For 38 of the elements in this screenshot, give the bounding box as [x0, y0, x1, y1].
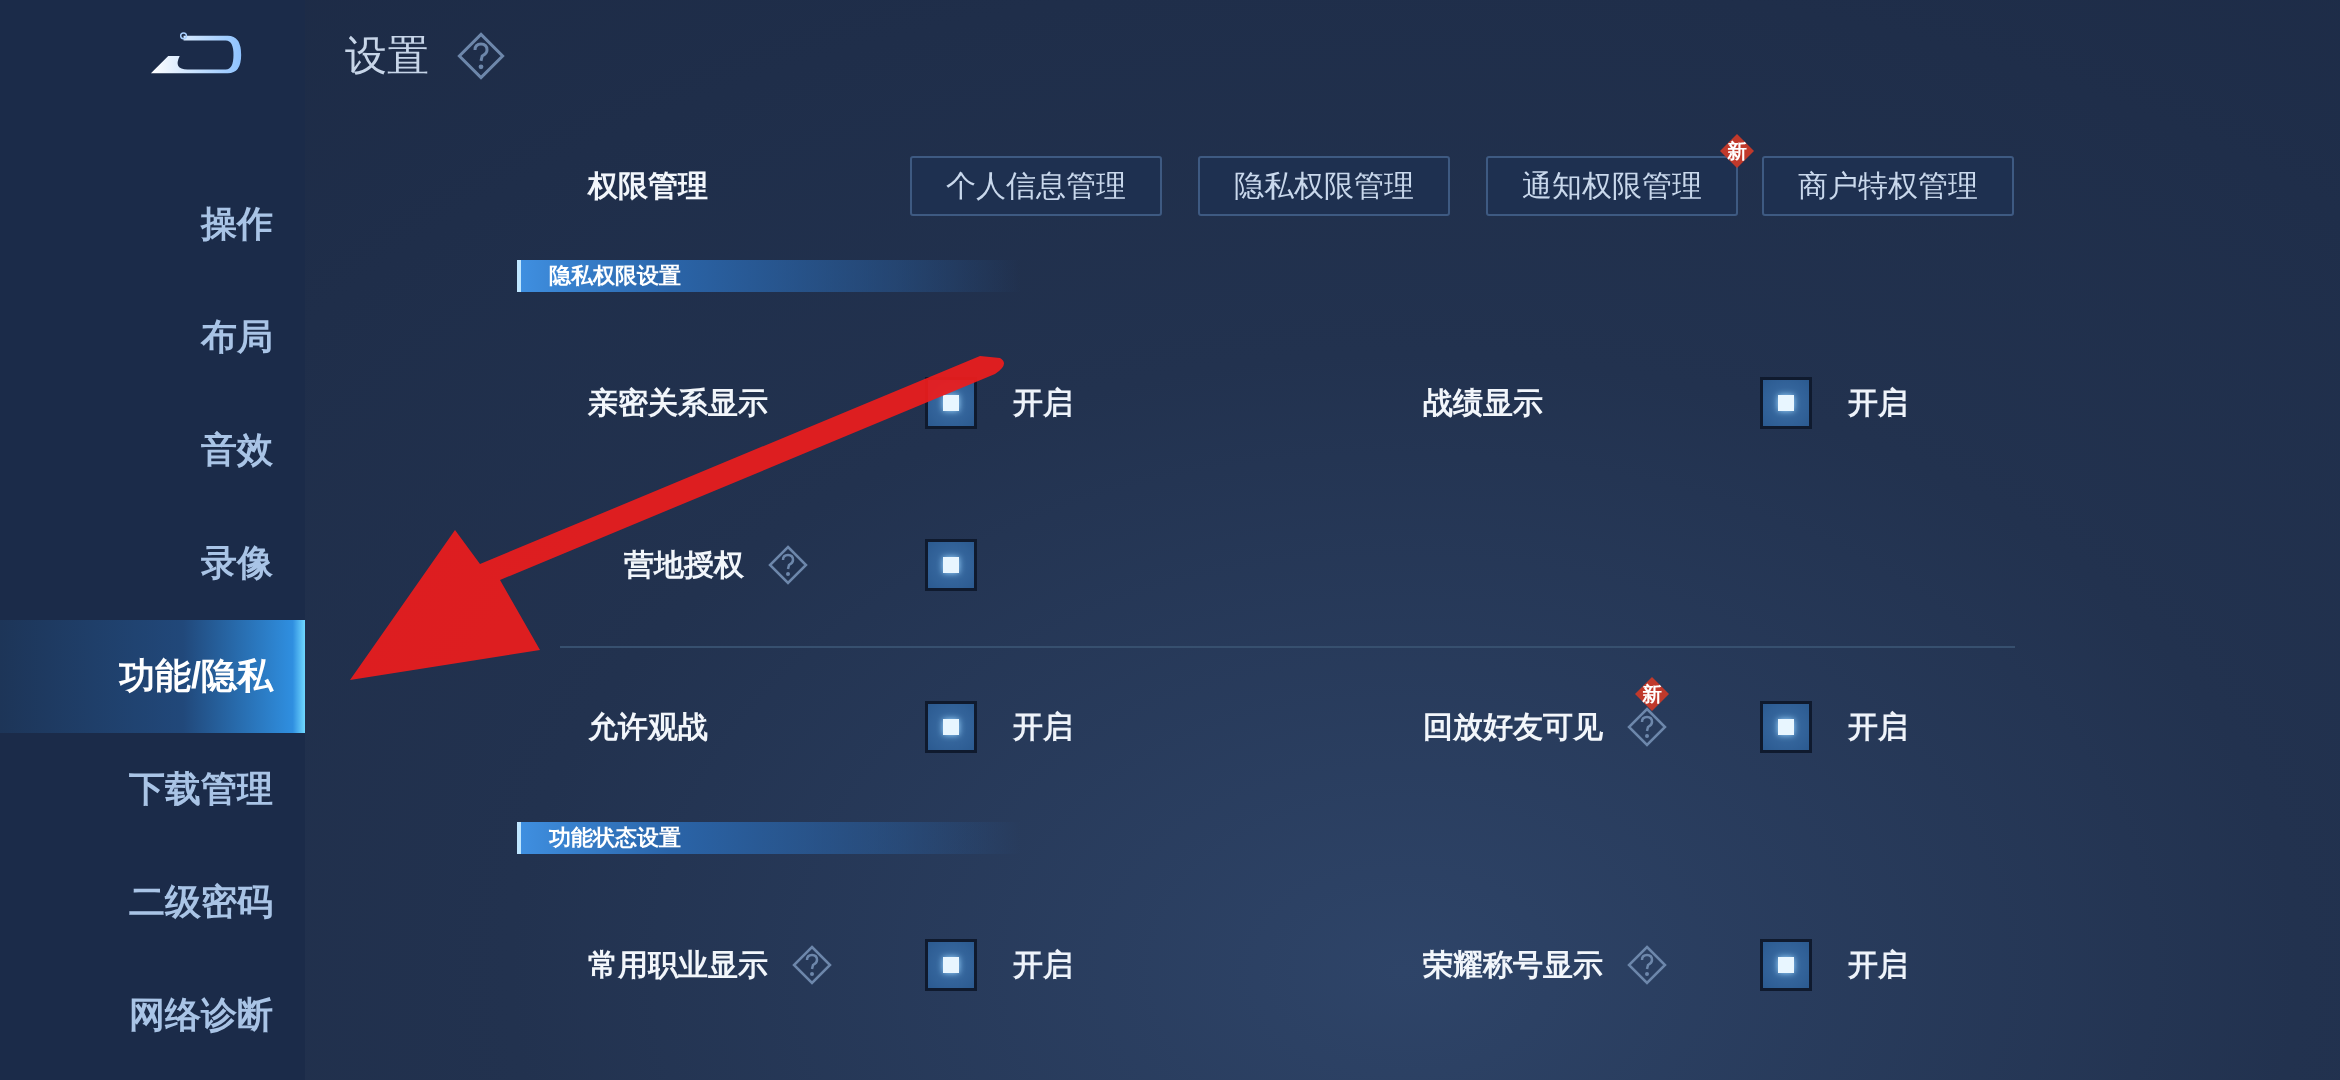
help-icon[interactable]	[1627, 945, 1667, 985]
permission-button[interactable]: 隐私权限管理	[1198, 156, 1450, 216]
setting-label: 常用职业显示	[588, 946, 768, 983]
state-label: 开启	[1013, 946, 1073, 983]
help-icon[interactable]	[768, 545, 808, 585]
new-badge: 新	[1635, 677, 1669, 711]
checkbox[interactable]	[1760, 701, 1812, 753]
sidebar-item[interactable]: 录像	[0, 507, 305, 620]
setting-label: 荣耀称号显示	[1423, 946, 1603, 983]
setting-label: 回放好友可见	[1423, 708, 1603, 745]
sidebar-item[interactable]: 功能/隐私	[0, 620, 305, 733]
sidebar-item[interactable]: 网络诊断	[0, 959, 305, 1072]
permission-button[interactable]: 个人信息管理	[910, 156, 1162, 216]
help-icon[interactable]	[1627, 707, 1667, 747]
sidebar-item[interactable]: 布局	[0, 281, 305, 394]
setting-label: 战绩显示	[1423, 384, 1543, 421]
sidebar-item[interactable]: 二级密码	[0, 846, 305, 959]
sidebar-item[interactable]: 音效	[0, 394, 305, 507]
checkbox[interactable]	[925, 701, 977, 753]
sidebar-item[interactable]: 下载管理	[0, 733, 305, 846]
checkbox[interactable]	[1760, 939, 1812, 991]
checkbox[interactable]	[925, 939, 977, 991]
checkbox[interactable]	[925, 539, 977, 591]
setting-label: 营地授权	[623, 546, 744, 583]
sidebar-item[interactable]: 操作	[0, 168, 305, 281]
setting-label: 亲密关系显示	[588, 384, 768, 421]
help-icon[interactable]	[792, 945, 832, 985]
state-label: 开启	[1848, 708, 1908, 745]
state-label: 开启	[1848, 946, 1908, 983]
page-title: 设置	[345, 31, 429, 81]
checkbox[interactable]	[1760, 377, 1812, 429]
setting-label: 允许观战	[588, 708, 708, 745]
setting-label: 权限管理	[588, 167, 709, 204]
help-icon[interactable]	[457, 32, 505, 80]
state-label: 开启	[1013, 708, 1073, 745]
state-label: 开启	[1848, 384, 1908, 421]
permission-button[interactable]: 商户特权管理	[1762, 156, 2014, 216]
state-label: 开启	[1013, 384, 1073, 421]
